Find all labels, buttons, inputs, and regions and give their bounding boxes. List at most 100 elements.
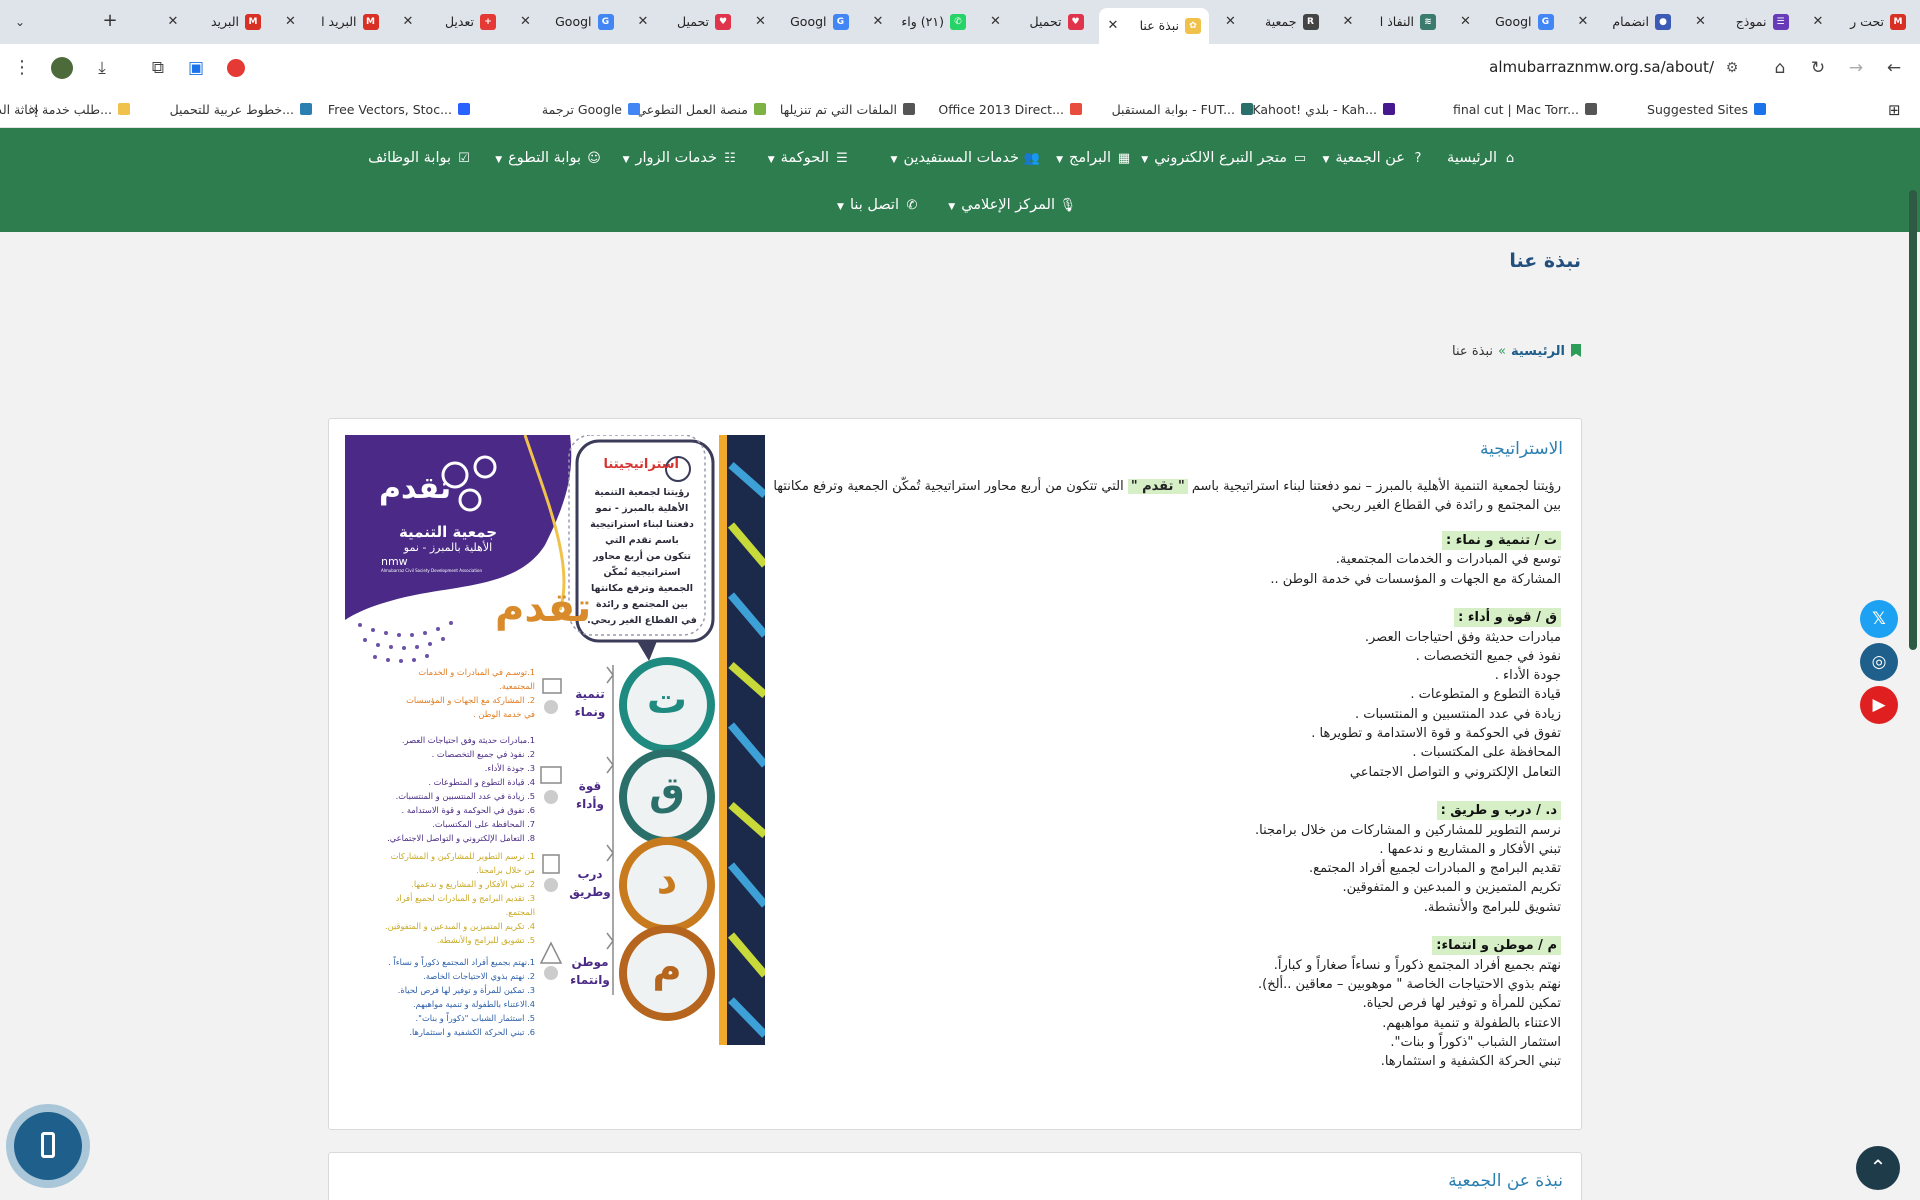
- nav-beneficiaries[interactable]: 👥خدمات المستفيدين▼: [891, 147, 1040, 169]
- infographic-list-item: 2. المشاركة مع الجهات و المؤسسات: [406, 695, 535, 705]
- chevron-down-icon: ▼: [1056, 155, 1064, 165]
- bookmark-item[interactable]: ترجمة Google: [542, 101, 640, 119]
- breadcrumb-home-link[interactable]: الرئيسية: [1511, 344, 1565, 359]
- close-tab-icon[interactable]: ✕: [165, 13, 181, 31]
- tab-search-icon[interactable]: ⌄: [8, 10, 32, 34]
- close-tab-icon[interactable]: ✕: [400, 13, 416, 31]
- site-settings-icon[interactable]: ⚙: [1720, 56, 1744, 80]
- close-tab-icon[interactable]: ✕: [1810, 13, 1826, 31]
- nav-visitors[interactable]: ☷خدمات الزوار▼: [623, 147, 738, 169]
- youtube-icon[interactable]: ▶: [1860, 686, 1898, 724]
- home-icon[interactable]: ⌂: [1766, 54, 1794, 82]
- infographic-list-item: 5. زيادة في عدد المنتسبين و المنتسبات.: [395, 791, 535, 801]
- bubble-line: في القطاع الغير ربحي.: [587, 615, 697, 626]
- close-tab-icon[interactable]: ✕: [1575, 13, 1591, 31]
- bookmark-item[interactable]: Kahoot! بلدي - Kah...: [1252, 101, 1395, 119]
- close-tab-icon[interactable]: ✕: [1458, 13, 1474, 31]
- bookmark-item[interactable]: الملفات التي تم تنزيلها: [780, 101, 915, 119]
- site-main-nav: ⌂الرئيسية ?عن الجمعية▼ ▭متجر التبرع الال…: [0, 128, 1920, 232]
- browser-tab[interactable]: ✕ تحت ر M: [1804, 6, 1914, 38]
- chevron-down-icon: ▼: [948, 202, 956, 212]
- bookmark-item[interactable]: Office 2013 Direct...: [938, 101, 1082, 119]
- nav-contact[interactable]: ✆اتصل بنا▼: [837, 194, 920, 216]
- close-tab-icon[interactable]: ✕: [1693, 13, 1709, 31]
- nav-volunteering[interactable]: ☺بوابة التطوع▼: [495, 147, 602, 169]
- bookmark-item[interactable]: final cut | Mac Torr...: [1453, 101, 1597, 119]
- twitter-x-icon[interactable]: 𝕏: [1860, 600, 1898, 638]
- extension-icon[interactable]: ▣: [182, 54, 210, 82]
- reload-icon[interactable]: ↻: [1804, 54, 1832, 82]
- browser-tab[interactable]: ✕ تعديل +: [394, 6, 504, 38]
- browser-tab[interactable]: ✕ النفاذ ا ≋: [1334, 6, 1444, 38]
- nav-media-center[interactable]: 🎙المركز الإعلامي▼: [948, 194, 1076, 216]
- bookmark-item[interactable]: بوابة المستقبل - FUT...: [1112, 101, 1253, 119]
- nav-governance[interactable]: ☰الحوكمة▼: [768, 147, 850, 169]
- back-icon[interactable]: ←: [1880, 54, 1908, 82]
- bookmark-item[interactable]: Suggested Sites: [1647, 101, 1766, 119]
- bookmark-item[interactable]: خطوط عربية للتحميل...: [170, 101, 312, 119]
- infographic-list-item: 4. قيادة التطوع و المتطوعات .: [428, 777, 535, 787]
- browser-tab[interactable]: ✕ البريد M: [159, 6, 269, 38]
- instagram-icon[interactable]: ◎: [1860, 643, 1898, 681]
- adblock-icon[interactable]: [222, 54, 250, 82]
- browser-tab[interactable]: ✕ البريد ا M: [277, 6, 387, 38]
- nav-donation-store[interactable]: ▭متجر التبرع الالكتروني▼: [1141, 147, 1308, 169]
- close-tab-icon[interactable]: ✕: [753, 13, 769, 31]
- strategy-group-heading: د. / درب و طريق :: [1436, 801, 1561, 821]
- strategy-item: استثمار الشباب "ذكوراً و بنات".: [1390, 1034, 1561, 1050]
- chevron-down-icon: ▼: [495, 155, 503, 165]
- apps-grid-icon[interactable]: ⊞: [1888, 101, 1901, 119]
- browser-tab[interactable]: ✕ Googl G: [747, 6, 857, 38]
- breadcrumb-separator: »: [1498, 344, 1506, 359]
- strategy-item: تبني الأفكار و المشاريع و ندعمها .: [1379, 841, 1561, 857]
- browser-tab[interactable]: ✕ نموذج ☰: [1687, 6, 1797, 38]
- close-tab-icon[interactable]: ✕: [870, 13, 886, 31]
- close-tab-icon[interactable]: ✕: [283, 13, 299, 31]
- browser-tab[interactable]: ✕ نبذة عنا ✿: [1099, 8, 1209, 48]
- nav-home[interactable]: ⌂الرئيسية: [1447, 147, 1518, 169]
- browser-tab[interactable]: ✕ انضمام ●: [1569, 6, 1679, 38]
- scroll-to-top-button[interactable]: ⌃: [1856, 1146, 1900, 1190]
- close-tab-icon[interactable]: ✕: [1223, 13, 1239, 31]
- site-icon: ≋: [1420, 14, 1436, 30]
- menu-dots-icon[interactable]: ⋮: [8, 54, 36, 82]
- google-icon: G: [832, 14, 849, 30]
- nav-programs[interactable]: ▦البرامج▼: [1056, 147, 1132, 169]
- new-tab-button[interactable]: +: [98, 9, 122, 33]
- page-title: نبذة عنا: [1509, 250, 1581, 272]
- close-tab-icon[interactable]: ✕: [988, 13, 1004, 31]
- close-tab-icon[interactable]: ✕: [1105, 17, 1121, 35]
- browser-tab[interactable]: ✕ تحميل ♥: [982, 6, 1092, 38]
- chevron-down-icon: ▼: [837, 202, 844, 212]
- forward-icon[interactable]: →: [1842, 54, 1870, 82]
- bookmark-item[interactable]: منصة العمل التطوعي: [636, 101, 766, 119]
- browser-tab[interactable]: ✕ Googl G: [512, 6, 622, 38]
- nav-about[interactable]: ?عن الجمعية▼: [1322, 147, 1426, 169]
- extensions-icon[interactable]: ⧉: [144, 54, 172, 82]
- browser-tab[interactable]: ✕ جمعية R: [1217, 6, 1327, 38]
- strategy-item: توسع في المبادرات و الخدمات المجتمعية.: [1335, 552, 1561, 568]
- bookmark-favicon: [1070, 103, 1082, 115]
- profile-avatar[interactable]: [48, 54, 76, 82]
- bookmark-item[interactable]: طلب خدمة إغاثة الدع...: [0, 101, 130, 119]
- address-bar[interactable]: almubarraznmw.org.sa/about/ ⚙: [270, 50, 1750, 86]
- bookmark-item[interactable]: Free Vectors, Stoc...: [328, 101, 470, 119]
- browser-tab[interactable]: ✕ (٢١) واء ✆: [864, 6, 974, 38]
- bookmarks-bar: » Suggested Sites final cut | Mac Torr...…: [0, 92, 1920, 128]
- browser-tab[interactable]: ✕ Googl G: [1452, 6, 1562, 38]
- home-icon: ⌂: [1505, 151, 1515, 166]
- download-icon[interactable]: ⤓: [88, 54, 116, 82]
- close-tab-icon[interactable]: ✕: [518, 13, 534, 31]
- close-tab-icon[interactable]: ✕: [635, 13, 651, 31]
- strategy-item: الاعتناء بالطفولة و تنمية مواهبهم.: [1382, 1015, 1561, 1031]
- close-tab-icon[interactable]: ✕: [1340, 13, 1356, 31]
- infographic-list-item: من خلال برامجنا.: [476, 865, 535, 875]
- nav-jobs[interactable]: ☑بوابة الوظائف: [368, 147, 472, 169]
- browser-tab-strip: ⌄ + ✕ تحت ر M ✕ نموذج ☰ ✕ انضمام ● ✕ Googl G ✕ النفاذ…: [0, 0, 1920, 48]
- page-scrollbar[interactable]: [1909, 190, 1917, 650]
- tab-title: نموذج: [1735, 14, 1767, 29]
- pillar-label-2: وأداء: [576, 797, 604, 811]
- strategy-item: تقديم البرامج و المبادرات لجميع أفراد ال…: [1309, 861, 1561, 877]
- mobile-app-button[interactable]: [6, 1104, 90, 1188]
- browser-tab[interactable]: ✕ تحميل ♥: [629, 6, 739, 38]
